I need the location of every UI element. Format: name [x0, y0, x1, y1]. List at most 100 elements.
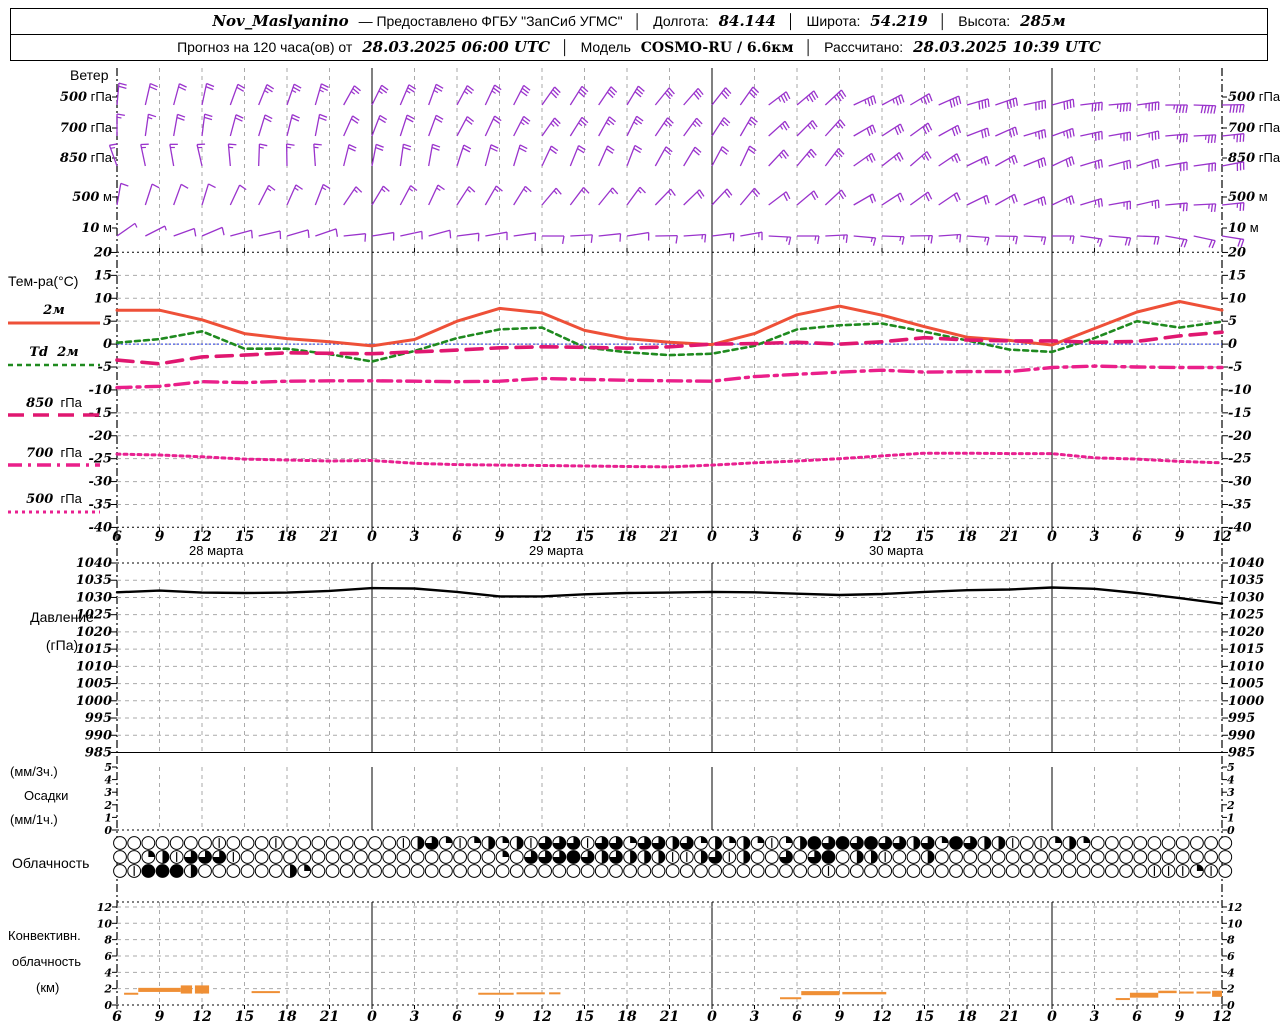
svg-text:-15: -15 — [1228, 406, 1252, 421]
svg-text:995: 995 — [85, 711, 112, 726]
svg-text:18: 18 — [617, 1009, 637, 1024]
svg-text:(гПа): (гПа) — [46, 637, 78, 653]
svg-text:6: 6 — [792, 1009, 802, 1024]
svg-text:0: 0 — [367, 1009, 377, 1024]
svg-text:2: 2 — [1226, 799, 1235, 812]
svg-text:10 м: 10 м — [81, 220, 112, 236]
svg-text:500 м: 500 м — [72, 189, 112, 205]
svg-text:6: 6 — [792, 529, 802, 545]
svg-text:-25: -25 — [1228, 452, 1252, 467]
svg-text:0: 0 — [103, 337, 112, 352]
svg-text:1010: 1010 — [1228, 659, 1264, 674]
svg-text:(км): (км) — [36, 980, 59, 995]
svg-text:18: 18 — [277, 1009, 297, 1024]
svg-text:10: 10 — [94, 291, 112, 306]
svg-text:4: 4 — [1227, 774, 1235, 787]
svg-text:-35: -35 — [1228, 498, 1252, 513]
svg-text:9: 9 — [1175, 529, 1185, 545]
svg-text:21: 21 — [999, 1009, 1019, 1024]
svg-text:0: 0 — [367, 529, 377, 545]
svg-text:10 м: 10 м — [1228, 220, 1259, 236]
svg-text:1030: 1030 — [1228, 590, 1264, 605]
svg-text:9: 9 — [495, 1009, 505, 1024]
svg-text:1035: 1035 — [1228, 573, 1264, 588]
svg-text:3: 3 — [410, 529, 420, 545]
svg-text:0: 0 — [1227, 824, 1235, 837]
svg-text:5: 5 — [103, 314, 112, 329]
convective-panel: Конвективн. облачность (км) 12 12 10 10 8 8 6 6 4 4 2… — [8, 901, 1243, 1024]
svg-text:1005: 1005 — [76, 677, 112, 692]
svg-text:12: 12 — [872, 1009, 892, 1024]
svg-text:21: 21 — [659, 1009, 679, 1024]
svg-text:2: 2 — [103, 983, 112, 996]
svg-text:9: 9 — [835, 529, 845, 545]
svg-text:1025: 1025 — [76, 608, 112, 623]
svg-text:990: 990 — [85, 728, 112, 743]
svg-text:0: 0 — [707, 529, 717, 545]
svg-text:4: 4 — [104, 774, 112, 787]
svg-text:6: 6 — [452, 1009, 462, 1024]
svg-text:850 гПа: 850 гПа — [26, 395, 82, 411]
svg-text:30 марта: 30 марта — [869, 543, 924, 558]
svg-text:9: 9 — [495, 529, 505, 545]
svg-text:500 гПа: 500 гПа — [1228, 89, 1280, 105]
svg-text:15: 15 — [1228, 268, 1246, 283]
svg-text:4: 4 — [1227, 966, 1235, 979]
svg-text:9: 9 — [835, 1009, 845, 1024]
svg-text:20: 20 — [93, 245, 112, 260]
svg-text:9: 9 — [155, 1009, 165, 1024]
svg-text:-5: -5 — [98, 360, 112, 375]
svg-text:21: 21 — [319, 1009, 339, 1024]
svg-text:500 гПа: 500 гПа — [26, 491, 82, 507]
svg-text:5: 5 — [104, 761, 112, 774]
svg-text:8: 8 — [1227, 934, 1235, 947]
svg-text:1040: 1040 — [76, 556, 112, 571]
svg-text:15: 15 — [235, 1009, 254, 1024]
svg-text:Тем-ра(°C): Тем-ра(°C) — [8, 273, 78, 289]
svg-text:-35: -35 — [89, 498, 113, 513]
svg-text:4: 4 — [104, 966, 112, 979]
svg-text:9: 9 — [155, 529, 165, 545]
svg-text:-25: -25 — [89, 452, 113, 467]
svg-text:-30: -30 — [89, 475, 113, 490]
svg-text:(мм/1ч.): (мм/1ч.) — [10, 812, 58, 827]
svg-text:6: 6 — [1132, 1009, 1142, 1024]
svg-text:1035: 1035 — [76, 573, 112, 588]
pressure-panel: Давление(гПа)1040 10401035 10351030 1030102… — [30, 556, 1264, 760]
svg-text:18: 18 — [957, 1009, 977, 1024]
svg-text:1020: 1020 — [1228, 625, 1264, 640]
svg-text:3: 3 — [1227, 786, 1235, 799]
svg-text:6: 6 — [1227, 950, 1235, 963]
svg-text:-20: -20 — [1228, 429, 1252, 444]
svg-text:15: 15 — [575, 1009, 594, 1024]
svg-text:1000: 1000 — [1228, 694, 1264, 709]
svg-text:3: 3 — [104, 786, 112, 799]
svg-text:12: 12 — [192, 1009, 212, 1024]
svg-text:12: 12 — [97, 901, 113, 914]
svg-text:2: 2 — [1226, 983, 1235, 996]
svg-text:700 гПа: 700 гПа — [1228, 120, 1280, 136]
svg-text:облачность: облачность — [12, 954, 81, 969]
svg-text:(мм/3ч.): (мм/3ч.) — [10, 764, 58, 779]
svg-text:Ветер: Ветер — [70, 67, 109, 83]
svg-text:10: 10 — [97, 917, 113, 930]
svg-text:0: 0 — [104, 824, 112, 837]
svg-text:21: 21 — [659, 529, 679, 545]
svg-text:3: 3 — [1090, 1009, 1100, 1024]
svg-text:700 гПа: 700 гПа — [60, 120, 113, 136]
svg-text:12: 12 — [1227, 901, 1243, 914]
svg-text:1: 1 — [1227, 811, 1235, 824]
svg-text:15: 15 — [94, 268, 112, 283]
svg-text:15: 15 — [915, 1009, 934, 1024]
svg-text:6: 6 — [112, 529, 122, 545]
svg-text:21: 21 — [319, 529, 339, 545]
svg-text:6: 6 — [452, 529, 462, 545]
svg-text:-40: -40 — [89, 520, 113, 535]
svg-text:1025: 1025 — [1228, 608, 1264, 623]
svg-text:9: 9 — [1175, 1009, 1185, 1024]
svg-text:850 гПа: 850 гПа — [60, 150, 113, 166]
svg-text:6: 6 — [112, 1009, 122, 1024]
svg-text:1005: 1005 — [1228, 677, 1264, 692]
svg-text:-20: -20 — [89, 429, 113, 444]
svg-text:3: 3 — [1090, 529, 1100, 545]
